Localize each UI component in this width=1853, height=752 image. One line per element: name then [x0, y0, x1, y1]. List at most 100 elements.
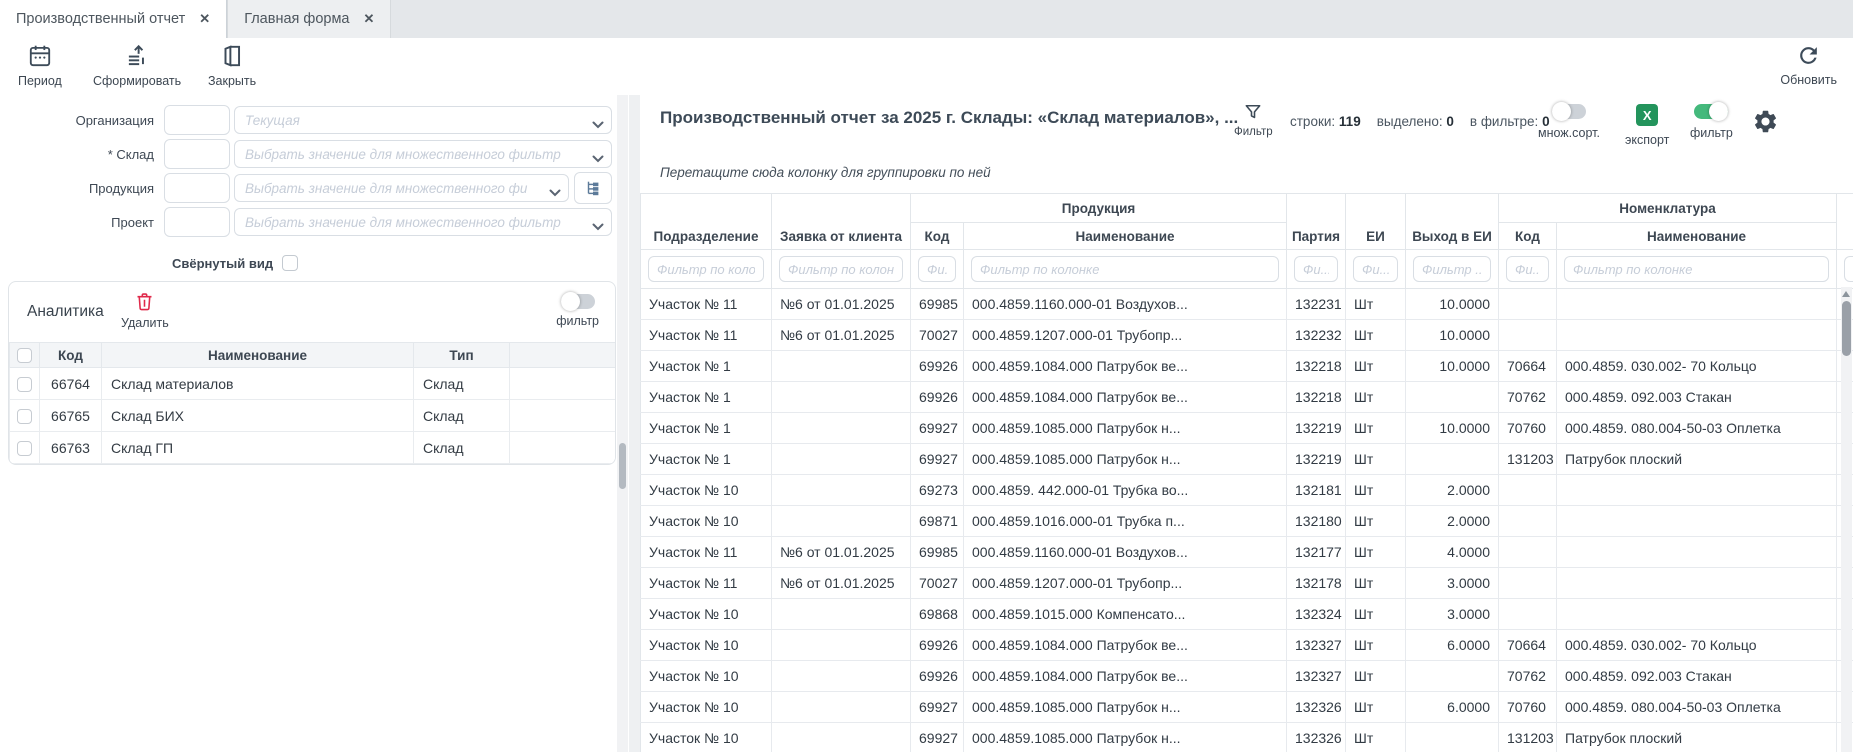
cell-nname: 000.4859. 092.003 Стакан	[1557, 661, 1837, 692]
report-scrollbar[interactable]	[1841, 287, 1852, 752]
row-checkbox[interactable]	[17, 441, 32, 456]
report-row[interactable]: Участок № 169927000.4859.1085.000 Патруб…	[641, 413, 1853, 444]
chevron-down-icon[interactable]	[549, 184, 561, 202]
multisort-toggle[interactable]	[1552, 104, 1586, 119]
chevron-down-icon[interactable]	[592, 150, 604, 168]
close-tab-icon[interactable]: ✕	[199, 11, 210, 27]
column-header-output[interactable]: Выход в ЕИ	[1406, 194, 1499, 250]
scrollbar-thumb[interactable]	[619, 443, 626, 489]
cell-order	[772, 506, 911, 537]
scroll-up-icon[interactable]	[1842, 291, 1850, 297]
period-button[interactable]: Период	[18, 43, 62, 88]
report-row[interactable]: Участок № 1069926000.4859.1084.000 Патру…	[641, 661, 1853, 692]
cell-dept: Участок № 10	[641, 723, 772, 752]
cell-nname	[1557, 568, 1837, 599]
cell-batch: 132232	[1287, 320, 1346, 351]
report-row[interactable]: Участок № 11№6 от 01.01.202570027000.485…	[641, 320, 1853, 351]
column-header-pcode[interactable]: Код	[911, 223, 964, 250]
report-row[interactable]: Участок № 169927000.4859.1085.000 Патруб…	[641, 444, 1853, 475]
cell-nname: 000.4859. 080.004-50-03 Оплетка	[1557, 692, 1837, 723]
cell-pcode: 69927	[911, 692, 964, 723]
scrollbar-thumb[interactable]	[1842, 301, 1851, 356]
product-label: Продукция	[6, 181, 154, 196]
column-header-ncode[interactable]: Код	[1499, 223, 1557, 250]
product-code-input[interactable]	[164, 173, 230, 203]
refresh-icon	[1796, 43, 1821, 71]
delete-label: Удалить	[121, 316, 169, 330]
analytics-filter-toggle[interactable]	[561, 294, 595, 309]
organization-code-input[interactable]	[164, 105, 230, 135]
column-header-order[interactable]: Заявка от клиента	[772, 194, 911, 250]
cell-order	[772, 723, 911, 752]
generate-button[interactable]: Сформировать	[93, 43, 181, 88]
filter-button[interactable]: Фильтр	[1234, 102, 1273, 138]
project-code-input[interactable]	[164, 207, 230, 237]
filter-input-pname[interactable]	[971, 256, 1279, 282]
report-row[interactable]: Участок № 1069868000.4859.1015.000 Компе…	[641, 599, 1853, 630]
organization-label: Организация	[6, 113, 154, 128]
cell-unit: Шт	[1346, 289, 1406, 320]
report-row[interactable]: Участок № 1069927000.4859.1085.000 Патру…	[641, 723, 1853, 752]
column-header-type[interactable]: Тип	[414, 343, 510, 368]
grid-filter-toggle[interactable]	[1694, 104, 1728, 119]
chevron-down-icon[interactable]	[592, 116, 604, 134]
cell-output: 6.0000	[1406, 630, 1499, 661]
report-row[interactable]: Участок № 1069927000.4859.1085.000 Патру…	[641, 692, 1853, 723]
filter-input-pcode[interactable]	[918, 256, 956, 282]
close-tab-icon[interactable]: ✕	[364, 11, 375, 27]
cell-dept: Участок № 1	[641, 382, 772, 413]
report-row[interactable]: Участок № 1069273000.4859. 442.000-01 Тр…	[641, 475, 1853, 506]
column-header-pname[interactable]: Наименование	[964, 223, 1287, 250]
filter-input-order[interactable]	[779, 256, 903, 282]
cell-dept: Участок № 10	[641, 475, 772, 506]
column-header-batch[interactable]: Партия	[1287, 194, 1346, 250]
column-header-extra[interactable]	[1837, 194, 1853, 250]
report-row[interactable]: Участок № 11№6 от 01.01.202569985000.485…	[641, 537, 1853, 568]
cell-pcode: 69926	[911, 351, 964, 382]
column-header-dept[interactable]: Подразделение	[641, 194, 772, 250]
hierarchy-tree-button[interactable]	[574, 172, 612, 204]
column-header-nname[interactable]: Наименование	[1557, 223, 1837, 250]
column-header-name[interactable]: Наименование	[102, 343, 414, 368]
report-row[interactable]: Участок № 1069871000.4859.1016.000-01 Тр…	[641, 506, 1853, 537]
analytics-title: Аналитика	[27, 303, 104, 321]
row-checkbox[interactable]	[17, 409, 32, 424]
row-checkbox[interactable]	[17, 377, 32, 392]
warehouse-input[interactable]	[234, 140, 612, 168]
cell-batch: 132218	[1287, 382, 1346, 413]
warehouse-code-input[interactable]	[164, 139, 230, 169]
chevron-down-icon[interactable]	[592, 218, 604, 236]
filter-input-extra[interactable]	[1844, 256, 1853, 282]
select-all-checkbox[interactable]	[17, 348, 32, 363]
report-row[interactable]: Участок № 169926000.4859.1084.000 Патруб…	[641, 382, 1853, 413]
column-header-code[interactable]: Код	[40, 343, 102, 368]
report-row[interactable]: Участок № 169926000.4859.1084.000 Патруб…	[641, 351, 1853, 382]
cell-pname: 000.4859.1160.000-01 Воздухов...	[964, 289, 1287, 320]
project-input[interactable]	[234, 208, 612, 236]
report-row[interactable]: Участок № 11№6 от 01.01.202570027000.485…	[641, 568, 1853, 599]
analytics-row[interactable]: 66765Склад БИХСклад	[10, 400, 616, 432]
tab-main-form[interactable]: Главная форма ✕	[227, 0, 391, 38]
column-header-unit[interactable]: ЕИ	[1346, 194, 1406, 250]
filter-input-nname[interactable]	[1564, 256, 1829, 282]
report-row[interactable]: Участок № 11№6 от 01.01.202569985000.485…	[641, 289, 1853, 320]
analytics-row[interactable]: 66764Склад материаловСклад	[10, 368, 616, 400]
close-report-button[interactable]: Закрыть	[208, 43, 256, 88]
analytics-table-body: 66764Склад материаловСклад66765Склад БИХ…	[10, 368, 616, 464]
filter-input-batch[interactable]	[1294, 256, 1338, 282]
product-input[interactable]	[234, 174, 569, 202]
collapsed-view-checkbox[interactable]	[282, 255, 298, 271]
filter-input-ncode[interactable]	[1506, 256, 1549, 282]
filter-input-unit[interactable]	[1353, 256, 1398, 282]
tab-production-report[interactable]: Производственный отчет ✕	[0, 0, 227, 38]
left-panel-scrollbar[interactable]	[617, 95, 628, 752]
refresh-button[interactable]: Обновить	[1780, 43, 1837, 87]
filter-input-dept[interactable]	[648, 256, 764, 282]
report-row[interactable]: Участок № 1069926000.4859.1084.000 Патру…	[641, 630, 1853, 661]
analytics-row[interactable]: 66763Склад ГПСклад	[10, 432, 616, 464]
excel-export-icon[interactable]: X	[1636, 104, 1658, 126]
filter-input-output[interactable]	[1413, 256, 1491, 282]
settings-gear-icon[interactable]	[1752, 108, 1779, 140]
organization-input[interactable]	[234, 106, 612, 134]
delete-button[interactable]: Удалить	[121, 291, 169, 330]
